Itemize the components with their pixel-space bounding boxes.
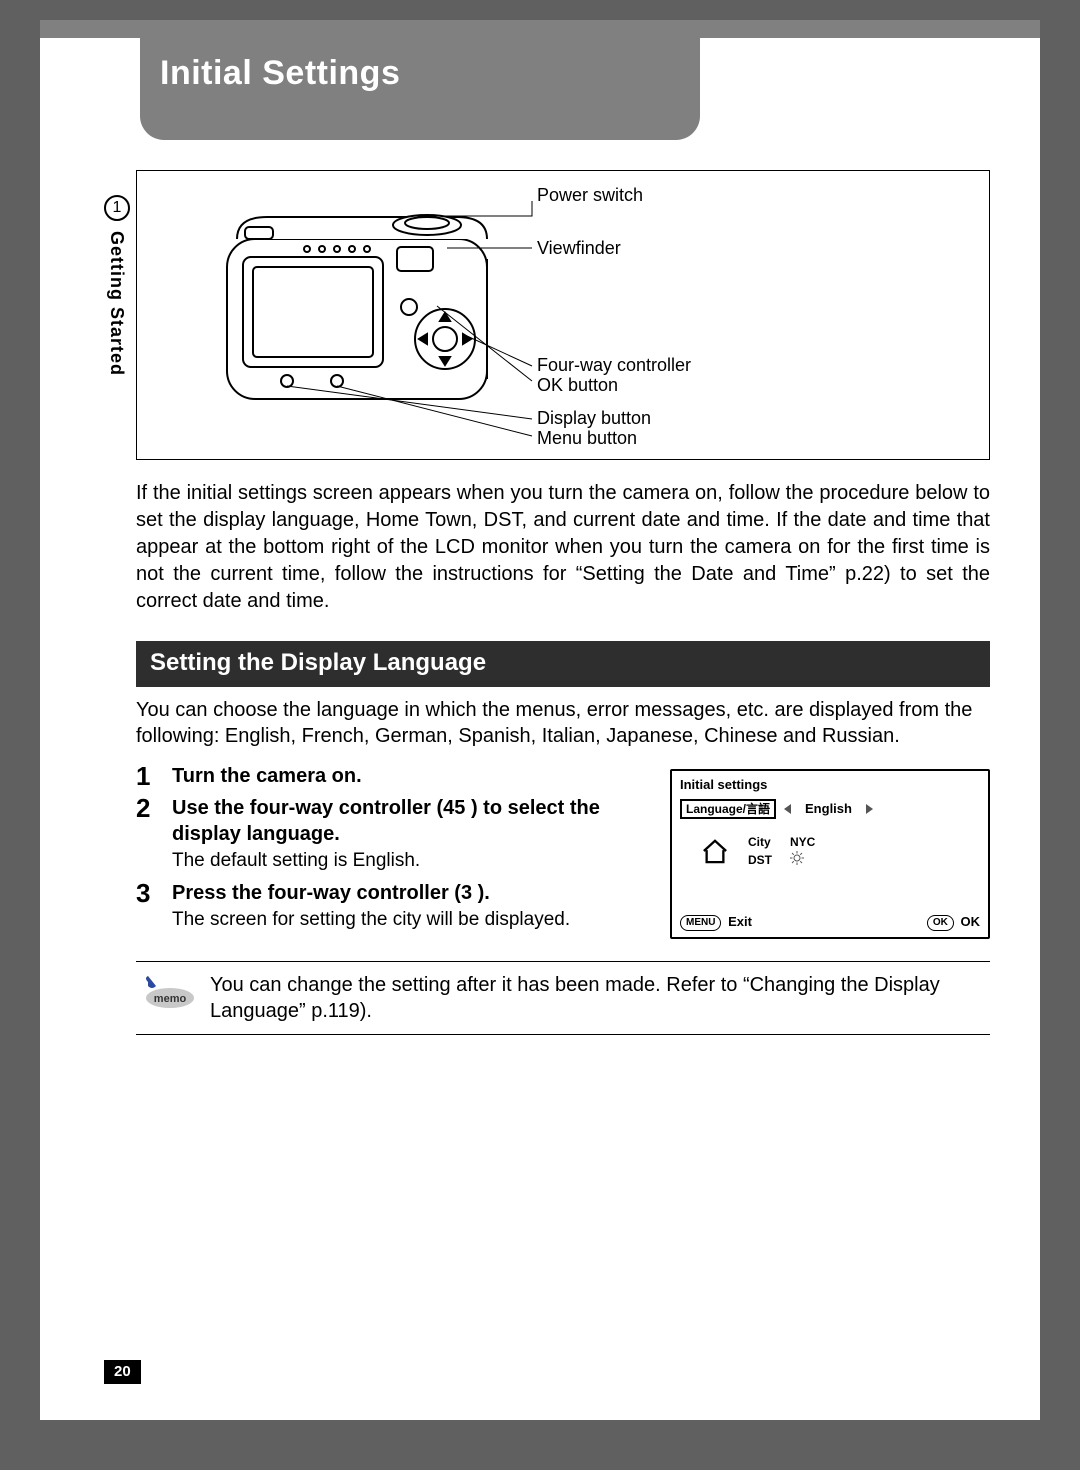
step-title: Turn the camera on.: [172, 763, 640, 789]
lcd-city-value: NYC: [790, 833, 815, 851]
lcd-footer: MENU Exit OK OK: [680, 914, 980, 931]
callout-four-way: Four-way controller: [537, 356, 691, 376]
step-number: 2: [136, 795, 172, 874]
manual-page: Initial Settings 1 Getting Started: [40, 20, 1040, 1420]
memo-block: memo You can change the setting after it…: [136, 961, 990, 1035]
page-title-tab: Initial Settings: [140, 20, 700, 140]
callout-menu-button: Menu button: [537, 429, 637, 449]
home-icon: [700, 838, 730, 864]
lcd-field-values: NYC: [790, 833, 815, 870]
lcd-language-label: Language/言語: [680, 799, 776, 819]
lcd-ok: OK OK: [927, 914, 980, 931]
step-1: 1 Turn the camera on.: [136, 763, 640, 789]
page-number: 20: [104, 1360, 141, 1384]
ok-label: OK: [961, 914, 981, 929]
side-rail: 1 Getting Started: [104, 195, 130, 376]
section-heading: Setting the Display Language: [136, 641, 990, 687]
lcd-language-row: Language/言語 English: [680, 799, 980, 819]
chapter-number: 1: [104, 195, 130, 221]
lcd-city-label: City: [748, 833, 772, 851]
step-title: Use the four-way controller (45 ) to sel…: [172, 795, 640, 847]
lcd-dst-value: [790, 851, 815, 870]
content: Power switch Viewfinder Four-way control…: [136, 20, 990, 1035]
step-title: Press the four-way controller (3 ).: [172, 880, 640, 906]
step-3: 3 Press the four-way controller (3 ). Th…: [136, 880, 640, 933]
callout-viewfinder: Viewfinder: [537, 239, 621, 259]
callout-power-switch: Power switch: [537, 186, 643, 206]
ok-button-icon: OK: [927, 915, 954, 931]
lcd-field-labels: City DST: [748, 833, 772, 869]
step-note: The screen for setting the city will be …: [172, 908, 640, 933]
steps-and-lcd: 1 Turn the camera on. 2 Use the four-way…: [136, 763, 990, 939]
steps-list: 1 Turn the camera on. 2 Use the four-way…: [136, 763, 640, 939]
callout-ok-button: OK button: [537, 376, 618, 396]
step-number: 1: [136, 763, 172, 789]
step-number: 3: [136, 880, 172, 933]
step-note: The default setting is English.: [172, 849, 640, 874]
left-arrow-icon: [784, 804, 791, 814]
intro-paragraph: If the initial settings screen appears w…: [136, 480, 990, 615]
lcd-mockup: Initial settings Language/言語 English Cit…: [670, 769, 990, 939]
svg-text:memo: memo: [154, 993, 187, 1005]
camera-diagram: Power switch Viewfinder Four-way control…: [136, 170, 990, 460]
lcd-city-dst: City DST NYC: [700, 833, 980, 870]
exit-label: Exit: [728, 914, 752, 929]
step-2: 2 Use the four-way controller (45 ) to s…: [136, 795, 640, 874]
section-intro: You can choose the language in which the…: [136, 697, 990, 749]
menu-button-icon: MENU: [680, 915, 721, 931]
sun-icon: [790, 851, 804, 865]
callout-display-button: Display button: [537, 409, 651, 429]
lcd-title: Initial settings: [680, 777, 980, 793]
memo-icon: memo: [140, 972, 196, 1015]
memo-text: You can change the setting after it has …: [210, 972, 986, 1024]
page-title: Initial Settings: [160, 54, 400, 92]
chapter-label: Getting Started: [106, 231, 127, 376]
lcd-dst-label: DST: [748, 851, 772, 869]
lcd-language-value: English: [805, 801, 852, 817]
right-arrow-icon: [866, 804, 873, 814]
lcd-menu-exit: MENU Exit: [680, 914, 752, 931]
